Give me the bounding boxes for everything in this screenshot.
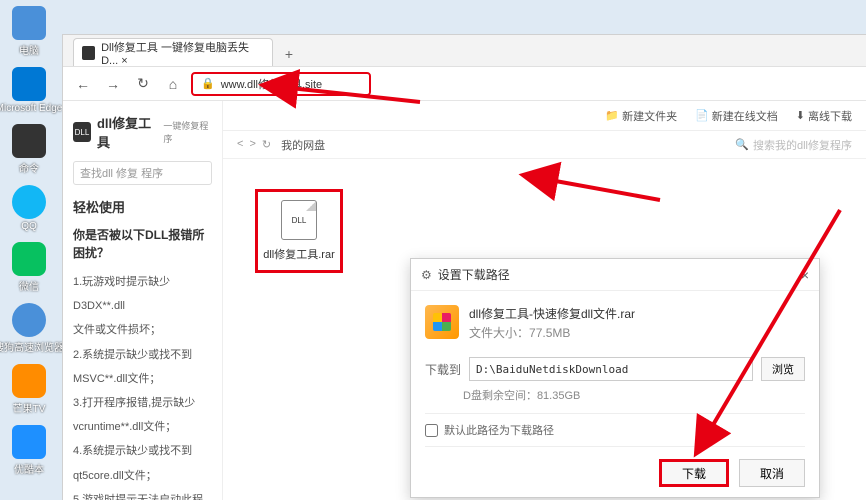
breadcrumb-path[interactable]: 我的网盘 — [281, 137, 325, 153]
tab-bar: Dll修复工具 一键修复电脑丢失D... × + — [63, 35, 866, 67]
dialog-title: 设置下载路径 — [438, 266, 510, 283]
list-item: 文件或文件损坏； — [73, 318, 212, 342]
desktop-icon-computer[interactable]: 电脑 — [4, 6, 54, 57]
download-dialog: ⚙ 设置下载路径 × dll修复工具-快速修复dll文件.rar 文件大小：77… — [410, 258, 820, 498]
download-icon: ⬇ — [796, 109, 805, 122]
download-to-label: 下载到 — [425, 361, 461, 378]
list-item: 4.系统提示缺少或找不到 — [73, 439, 212, 463]
dialog-file-info: dll修复工具-快速修复dll文件.rar 文件大小：77.5MB — [425, 305, 805, 343]
breadcrumb: < > ↻ 我的网盘 🔍 搜索我的dll修复程序 — [223, 131, 866, 159]
document-icon: 📄 — [695, 109, 709, 122]
new-online-doc-button[interactable]: 📄新建在线文档 — [695, 108, 778, 124]
refresh-button[interactable]: ↻ — [131, 72, 155, 96]
breadcrumb-forward[interactable]: > — [249, 138, 255, 151]
toolbar: 📁新建文件夹 📄新建在线文档 ⬇离线下载 — [223, 101, 866, 131]
dialog-header: ⚙ 设置下载路径 × — [411, 259, 819, 291]
url-text: www.dll修复工具.site — [221, 76, 322, 92]
site-title: dll修复工具 — [97, 113, 157, 151]
list-item: 2.系统提示缺少或找不到 — [73, 343, 212, 367]
folder-icon: 📁 — [605, 109, 619, 122]
list-item: vcruntime**.dll文件； — [73, 415, 212, 439]
search-icon: 🔍 — [735, 138, 749, 151]
address-bar: ← → ↻ ⌂ 🔒 www.dll修复工具.site — [63, 67, 866, 101]
list-item: 1.玩游戏时提示缺少D3DX**.dll — [73, 270, 212, 318]
gear-icon: ⚙ — [421, 268, 432, 282]
url-input[interactable]: 🔒 www.dll修复工具.site — [191, 72, 371, 96]
download-button[interactable]: 下载 — [659, 459, 729, 487]
question-text: 你是否被以下DLL报错所困扰？ — [73, 226, 212, 262]
section-title: 轻松使用 — [73, 197, 212, 216]
desktop-icon-youku[interactable]: 优酷本 — [4, 425, 54, 476]
desktop-icon-sogou[interactable]: 搜狗高速浏览器 — [4, 303, 54, 354]
dialog-file-name: dll修复工具-快速修复dll文件.rar — [469, 305, 635, 324]
new-folder-button[interactable]: 📁新建文件夹 — [605, 108, 677, 124]
breadcrumb-refresh[interactable]: ↻ — [262, 138, 271, 151]
back-button[interactable]: ← — [71, 72, 95, 96]
site-logo-icon: DLL — [73, 122, 91, 142]
dialog-file-size: 77.5MB — [529, 326, 570, 340]
free-space-label: D盘剩余空间：81.35GB — [463, 387, 805, 403]
list-item: MSVC**.dll文件； — [73, 367, 212, 391]
sidebar-search-input[interactable]: 查找dll 修复 程序 — [73, 161, 212, 185]
tab-favicon-icon — [82, 46, 95, 60]
list-item: 3.打开程序报错,提示缺少 — [73, 391, 212, 415]
default-path-label: 默认此路径为下载路径 — [444, 422, 554, 438]
site-subtitle: 一键修复程序 — [163, 119, 212, 145]
home-button[interactable]: ⌂ — [161, 72, 185, 96]
error-list: 1.玩游戏时提示缺少D3DX**.dll 文件或文件损坏； 2.系统提示缺少或找… — [73, 270, 212, 500]
list-item: 5.游戏时提示无法启动此程序， — [73, 488, 212, 500]
desktop: 电脑 Microsoft Edge 命令 QQ 微信 搜狗高速浏览器 芒果TV … — [0, 0, 60, 500]
file-search-placeholder[interactable]: 搜索我的dll修复程序 — [753, 137, 852, 153]
forward-button[interactable]: → — [101, 72, 125, 96]
archive-color-icon — [425, 305, 459, 339]
desktop-icon-edge[interactable]: Microsoft Edge — [4, 67, 54, 114]
file-name: dll修复工具.rar — [263, 246, 335, 262]
breadcrumb-back[interactable]: < — [237, 138, 243, 151]
offline-download-button[interactable]: ⬇离线下载 — [796, 108, 852, 124]
new-tab-button[interactable]: + — [277, 42, 301, 66]
desktop-icon-cmd[interactable]: 命令 — [4, 124, 54, 175]
desktop-icon-qq[interactable]: QQ — [4, 185, 54, 232]
browser-tab[interactable]: Dll修复工具 一键修复电脑丢失D... × — [73, 38, 273, 66]
site-header: DLL dll修复工具 一键修复程序 — [73, 113, 212, 151]
sidebar: DLL dll修复工具 一键修复程序 查找dll 修复 程序 轻松使用 你是否被… — [63, 101, 223, 500]
lock-icon: 🔒 — [201, 77, 215, 90]
tab-title: Dll修复工具 一键修复电脑丢失D... × — [101, 39, 264, 67]
desktop-icon-mango[interactable]: 芒果TV — [4, 364, 54, 415]
desktop-icon-wechat[interactable]: 微信 — [4, 242, 54, 293]
dialog-close-button[interactable]: × — [801, 267, 809, 283]
list-item: qt5core.dll文件； — [73, 464, 212, 488]
file-item-dll-rar[interactable]: DLL dll修复工具.rar — [255, 189, 343, 273]
cancel-button[interactable]: 取消 — [739, 459, 805, 487]
default-path-checkbox[interactable] — [425, 424, 438, 437]
download-path-input[interactable]: D:\BaiduNetdiskDownload — [469, 357, 753, 381]
archive-icon: DLL — [281, 200, 317, 240]
browse-button[interactable]: 浏览 — [761, 357, 805, 381]
